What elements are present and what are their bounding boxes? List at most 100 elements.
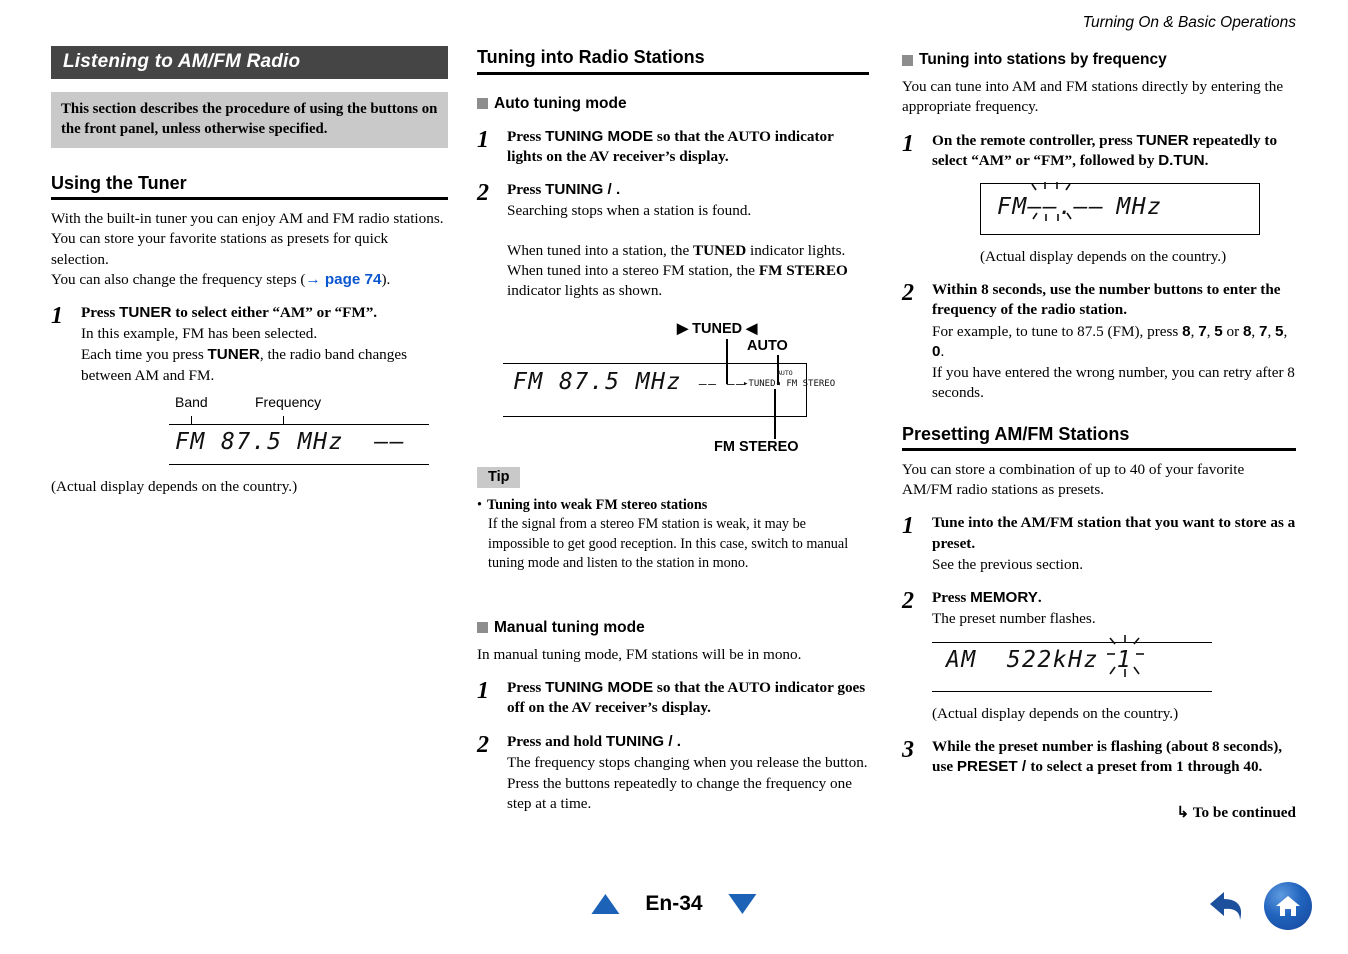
- step-1-sub-1: In this example, FM has been selected.: [81, 325, 318, 343]
- home-button[interactable]: [1264, 882, 1312, 930]
- step-number: 2: [902, 280, 914, 307]
- p2a: Press: [932, 589, 971, 607]
- step-1-heading: Press TUNER to select either “AM” or “FM…: [81, 303, 448, 323]
- m1a: Press: [507, 679, 546, 697]
- dtun-button-label: D.TUN: [1158, 151, 1205, 169]
- preset-button-label: PRESET: [956, 758, 1018, 776]
- tip-bullet-heading: Tuning into weak FM stereo stations: [486, 497, 708, 514]
- lcd-text-fm-875: FM 87.5 MHz ––: [175, 428, 406, 455]
- m2c: / .: [664, 732, 681, 750]
- a1a: Press: [507, 127, 546, 145]
- fm-stereo-indicator-label: FM STEREO: [758, 261, 848, 279]
- tuned-indicator-paragraph: When tuned into a station, the TUNED ind…: [507, 241, 869, 302]
- freq-step-2-sub-1: For example, to tune to 87.5 (FM), press…: [932, 322, 1296, 362]
- back-arrow-icon[interactable]: [1204, 886, 1250, 926]
- step-number: 2: [902, 588, 914, 615]
- a1c: so that the: [653, 127, 728, 145]
- subheading-label: Auto tuning mode: [494, 94, 627, 112]
- key-5: 5: [1214, 322, 1223, 340]
- heading-presetting-am-fm-stations: Presetting AM/FM Stations: [902, 423, 1296, 452]
- tuning-button-label: TUNING: [545, 181, 604, 199]
- intro2-before: You can also change the frequency steps …: [51, 270, 306, 288]
- subheading-label: Manual tuning mode: [494, 618, 645, 636]
- triangle-down-icon[interactable]: [728, 894, 757, 914]
- freq-step-1-heading: On the remote controller, press TUNER re…: [932, 131, 1296, 171]
- manual-step-1-heading: Press TUNING MODE so that the AUTO indic…: [507, 678, 869, 718]
- tuner-button-label-3: TUNER: [1136, 131, 1189, 149]
- square-bullet-icon: [477, 622, 488, 634]
- page-footer: En-34: [0, 882, 1348, 934]
- lcd-tiny-auto: AUTO: [777, 369, 793, 378]
- p3c: /: [1017, 758, 1031, 776]
- nav-icon-group: [1204, 882, 1312, 930]
- f1a: On the remote controller, press: [932, 131, 1137, 149]
- a2c: / .: [603, 181, 621, 199]
- using-the-tuner-section: Using the Tuner: [51, 172, 448, 201]
- subheading-auto-tuning-mode: Auto tuning mode: [477, 94, 869, 114]
- step-number: 2: [477, 731, 489, 758]
- home-icon: [1276, 896, 1300, 916]
- tip-block: Tip • Tuning into weak FM stereo station…: [477, 467, 869, 573]
- tp-a: When tuned into a station, the: [507, 241, 694, 259]
- manual-step-2-sub-2: Press the buttons repeatedly to change t…: [507, 775, 852, 813]
- preset-step-3-heading: While the preset number is flashing (abo…: [932, 737, 1296, 777]
- preset-step-1: 1 Tune into the AM/FM station that you w…: [902, 513, 1296, 575]
- step-number: 1: [51, 303, 63, 330]
- preset-step-2-heading: Press MEMORY.: [932, 588, 1296, 608]
- key-7: 7: [1198, 322, 1207, 340]
- section-title-bar: Listening to AM/FM Radio: [51, 46, 448, 79]
- lcd-unit-mhz: MHz: [1116, 194, 1163, 221]
- freq-step-1: 1 On the remote controller, press TUNER …: [902, 131, 1296, 171]
- flash-marks-icon: [1031, 182, 1072, 222]
- presetting-section: Presetting AM/FM Stations: [902, 423, 1296, 452]
- display-illustration-tuned-auto: ▶ TUNED ◀ AUTO FM STEREO FM 87.5 MHz –– …: [477, 321, 869, 471]
- tip-bullet-body: If the signal from a stereo FM station i…: [488, 516, 849, 571]
- preset-step-2: 2 Press MEMORY. The preset number flashe…: [902, 588, 1296, 629]
- auto-step-1: 1 Press TUNING MODE so that the AUTO ind…: [477, 127, 869, 167]
- square-bullet-icon: [902, 54, 913, 66]
- manual-intro: In manual tuning mode, FM stations will …: [477, 646, 802, 663]
- callout-fm-stereo: FM STEREO: [714, 439, 799, 456]
- step-number: 1: [477, 678, 489, 705]
- preset-intro: You can store a combination of up to 40 …: [902, 461, 1245, 499]
- column-right: Tuning into stations by frequency You ca…: [902, 46, 1296, 822]
- flash-marks-icon: [1106, 634, 1144, 677]
- step-number: 3: [902, 736, 914, 763]
- step-number: 1: [477, 126, 489, 153]
- t2a: Each time you press: [81, 346, 208, 364]
- auto-step-2-heading: Press TUNING / .: [507, 180, 869, 200]
- running-header: Turning On & Basic Operations: [1082, 14, 1296, 31]
- f1e: .: [1204, 151, 1209, 169]
- preset-step-3: 3 While the preset number is flashing (a…: [902, 737, 1296, 777]
- sub1-end: .: [940, 342, 945, 360]
- label-band: Band: [175, 393, 208, 410]
- page-74-link[interactable]: → page 74: [305, 271, 381, 288]
- tuning-mode-button-label-2: TUNING MODE: [545, 679, 654, 697]
- p2c: .: [1037, 589, 1042, 607]
- step-number: 1: [902, 513, 914, 540]
- lcd-band-fm: FM: [997, 194, 1028, 221]
- tuner-button-label-2: TUNER: [207, 346, 260, 364]
- lcd-text-fm-875-tuned: FM 87.5 MHz: [513, 369, 682, 396]
- tuning-mode-button-label: TUNING MODE: [545, 127, 654, 145]
- label-frequency: Frequency: [255, 393, 322, 410]
- m2a: Press and hold: [507, 732, 606, 750]
- triangle-up-icon[interactable]: [591, 894, 620, 914]
- step-1-tuner: 1 Press TUNER to select either “AM” or “…: [51, 303, 448, 386]
- tp-e: indicator lights as shown.: [507, 281, 663, 299]
- manual-page: Turning On & Basic Operations Listening …: [0, 0, 1348, 954]
- a2a: Press: [507, 181, 546, 199]
- sep5: ,: [1283, 322, 1288, 340]
- t1a: Press: [81, 304, 120, 322]
- subheading-tuning-by-frequency: Tuning into stations by frequency: [902, 50, 1296, 70]
- freq-step-2-sub-2: If you have entered the wrong number, yo…: [932, 364, 1295, 402]
- step-1-sub-2: Each time you press TUNER, the radio ban…: [81, 345, 448, 385]
- subheading-manual-tuning-mode: Manual tuning mode: [477, 618, 869, 638]
- callout-tuned: ▶ TUNED ◀: [677, 321, 758, 338]
- preset-step-1-sub: See the previous section.: [932, 555, 1083, 573]
- display-illustration-band-frequency: Band Frequency FM 87.5 MHz ––: [169, 394, 429, 465]
- tuning-button-label-2: TUNING: [605, 732, 665, 750]
- lcd-dashes: –– ––: [699, 377, 746, 393]
- sep4: ,: [1267, 322, 1276, 340]
- key-5b: 5: [1275, 322, 1284, 340]
